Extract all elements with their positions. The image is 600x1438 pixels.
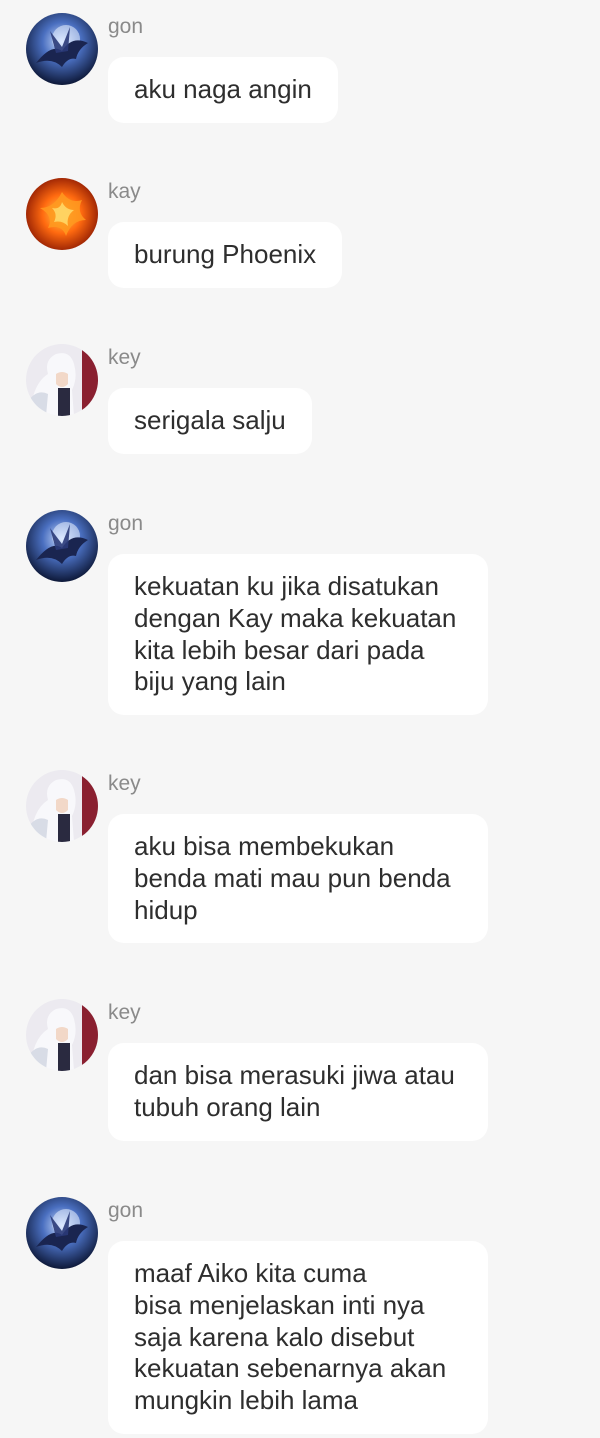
sender-name: gon (108, 512, 144, 535)
sender-name: gon (108, 1199, 144, 1222)
dragon-avatar-icon[interactable] (26, 1197, 98, 1269)
snow-wolf-avatar-icon[interactable] (26, 344, 98, 416)
chat-thread: gon aku naga angin kay burung Phoenix ke… (0, 0, 600, 1438)
snow-wolf-avatar-icon[interactable] (26, 999, 98, 1071)
dragon-avatar-icon[interactable] (26, 510, 98, 582)
message-bubble[interactable]: serigala salju (108, 388, 312, 454)
sender-name: key (108, 346, 141, 369)
message-bubble[interactable]: maaf Aiko kita cuma bisa menjelaskan int… (108, 1241, 488, 1434)
sender-name: gon (108, 15, 144, 38)
sender-name: kay (108, 180, 141, 203)
sender-name: key (108, 1001, 141, 1024)
snow-wolf-avatar-icon[interactable] (26, 770, 98, 842)
dragon-avatar-icon[interactable] (26, 13, 98, 85)
message-bubble[interactable]: kekuatan ku jika disatukan dengan Kay ma… (108, 554, 488, 716)
message-bubble[interactable]: aku naga angin (108, 57, 338, 123)
message-bubble[interactable]: burung Phoenix (108, 222, 343, 288)
sender-name: key (108, 772, 141, 795)
message-bubble[interactable]: dan bisa merasuki jiwa atau tubuh orang … (108, 1043, 488, 1141)
phoenix-avatar-icon[interactable] (26, 178, 98, 250)
message-bubble[interactable]: aku bisa membekukan benda mati mau pun b… (108, 814, 488, 944)
